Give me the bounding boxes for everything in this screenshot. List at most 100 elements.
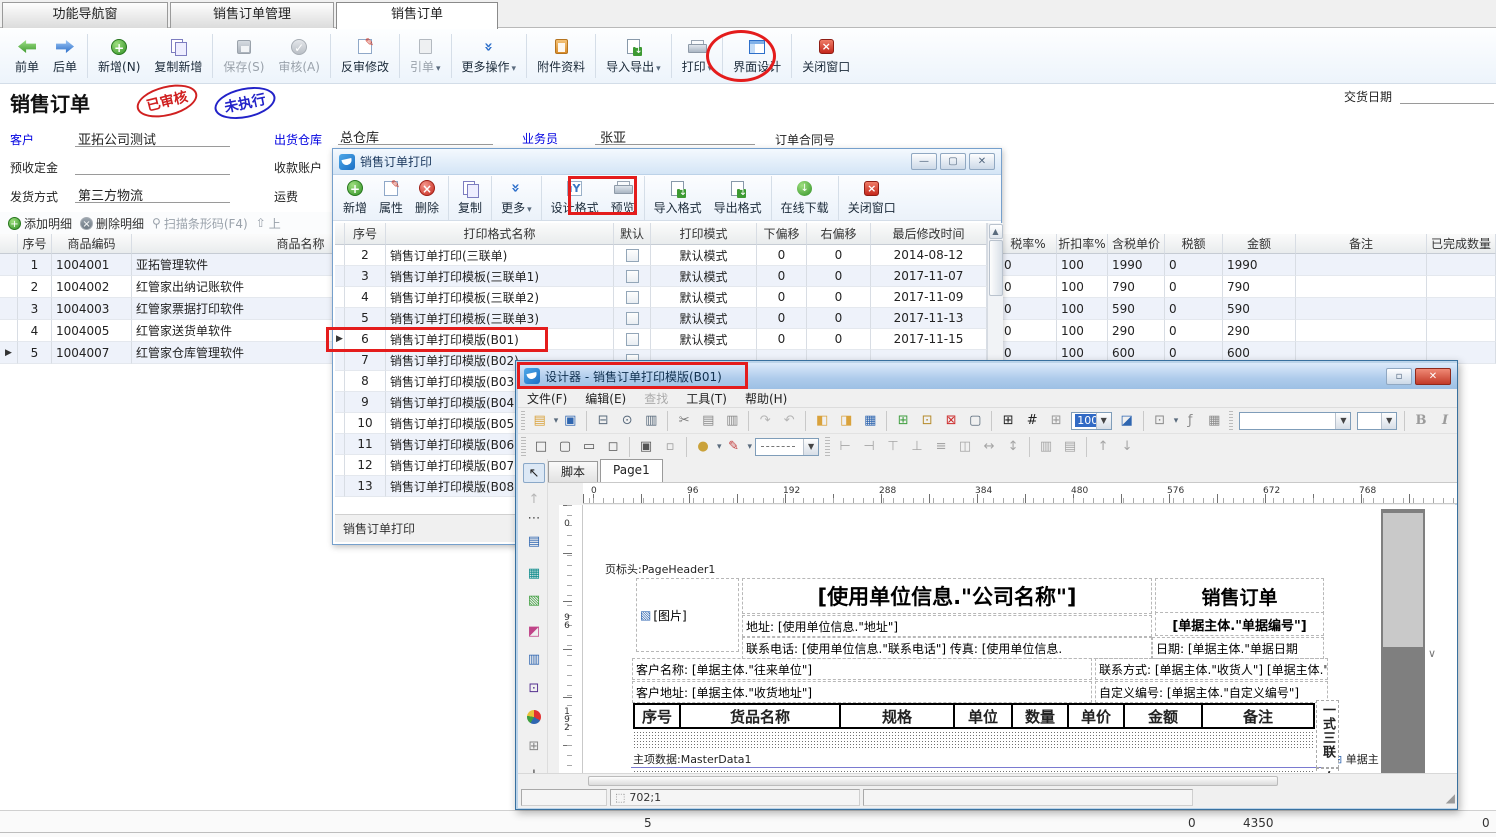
print-button[interactable]: ⊟ — [592, 411, 614, 431]
table-header-cell[interactable]: 折扣率% — [1057, 234, 1108, 254]
table-header-cell[interactable]: 序号 — [18, 234, 52, 254]
table-row[interactable]: 5销售订单打印模板(三联单3)默认模式002017-11-13 — [335, 308, 987, 329]
select-cursor-button[interactable]: ↖ — [523, 463, 545, 483]
table-header-cell[interactable]: 默认 — [614, 223, 651, 245]
delete-detail-button[interactable]: ×删除明细 — [80, 215, 144, 232]
open-button[interactable]: ▤ — [529, 411, 551, 431]
chart-bars-button[interactable]: ▥ — [1035, 437, 1057, 457]
shape-dashed-button[interactable]: ▫ — [659, 437, 681, 457]
align-bottom-edges-button[interactable]: ◫ — [954, 437, 976, 457]
new-label-button[interactable]: ⊞ — [892, 411, 914, 431]
report-phone-field[interactable]: 联系电话: [使用单位信息."联系电话"] 传真: [使用单位信息. — [743, 638, 1151, 658]
prev-order-button[interactable]: 前单 — [8, 32, 46, 80]
table-header-cell[interactable]: 序号 — [345, 223, 386, 245]
band-label-pageheader[interactable]: 页标头:PageHeader1 — [605, 561, 715, 577]
pd-import-format-button[interactable]: 导入格式 — [648, 177, 708, 219]
add-detail-button[interactable]: +添加明细 — [8, 215, 72, 232]
table-header-cell[interactable]: 右偏移 — [807, 223, 871, 245]
tab-sales-order[interactable]: 销售订单 — [336, 2, 498, 29]
pd-export-format-button[interactable]: 导出格式 — [708, 177, 768, 219]
exit-designer-button[interactable]: ◪ — [1116, 411, 1138, 431]
shape-rect-button[interactable]: □ — [530, 437, 552, 457]
table-row[interactable]: 4销售订单打印模板(三联单2)默认模式002017-11-09 — [335, 287, 987, 308]
scroll-up-icon[interactable]: ▲ — [989, 224, 1003, 239]
report-table-header-cell[interactable]: 金额 — [1125, 705, 1203, 727]
insert-table-button[interactable]: ▦ — [523, 563, 545, 583]
report-customer-address-field[interactable]: 客户地址: [单据主体."收货地址"] — [633, 682, 1091, 702]
menu-edit[interactable]: 编辑(E) — [576, 390, 635, 407]
pull-order-button[interactable]: 引单▾ — [403, 32, 448, 80]
same-width-button[interactable]: ↔ — [978, 437, 1000, 457]
undo-button[interactable]: ↶ — [778, 411, 800, 431]
deposit-field[interactable] — [75, 156, 230, 175]
report-side-text[interactable]: 一式三联 — [1317, 701, 1338, 767]
table-header-cell[interactable]: 打印模式 — [651, 223, 757, 245]
italic-button[interactable]: I — [1434, 411, 1456, 431]
new-button[interactable]: +新增(N) — [91, 32, 147, 80]
insert-copy-button[interactable]: ▥ — [523, 649, 545, 669]
delete-object-button[interactable]: ⊠ — [940, 411, 962, 431]
properties-grid-button[interactable]: ▦ — [1203, 411, 1225, 431]
report-address-field[interactable]: 地址: [使用单位信息."地址"] — [743, 616, 1151, 636]
shape-solid-button[interactable]: ▣ — [635, 437, 657, 457]
layers-button[interactable]: ▦ — [859, 411, 881, 431]
spacing-tool-button[interactable]: ⋯ — [523, 508, 545, 528]
pd-more-button[interactable]: »更多▾ — [495, 177, 538, 219]
tab-page1[interactable]: Page1 — [600, 459, 663, 482]
menu-tools[interactable]: 工具(T) — [677, 390, 736, 407]
order-up-button[interactable]: ↑ — [1092, 437, 1114, 457]
report-detail-band[interactable] — [633, 731, 1313, 749]
maximize-button[interactable]: ▢ — [940, 153, 966, 170]
font-size-select[interactable]: ▼ — [1357, 412, 1397, 430]
unaudit-edit-button[interactable]: 反审修改 — [334, 32, 396, 80]
shape-rounded-button[interactable]: ▢ — [554, 437, 576, 457]
insert-frame-button[interactable]: ⊡ — [523, 678, 545, 698]
paste-button[interactable]: ▥ — [721, 411, 743, 431]
report-customer-field[interactable]: 客户名称: [单据主体."往来单位"] — [633, 659, 1091, 679]
font-family-select[interactable]: ▼ — [1239, 412, 1351, 430]
ui-design-button[interactable]: 界面设计 — [726, 32, 788, 80]
pd-properties-button[interactable]: 属性 — [373, 177, 409, 219]
report-contact-field[interactable]: 联系方式: [单据主体."收货人"] [单据主体."收货人电 — [1096, 659, 1327, 679]
insert-label-button[interactable]: ▤ — [523, 531, 545, 551]
cut-button[interactable]: ✂ — [673, 411, 695, 431]
designer-titlebar[interactable]: 设计器 - 销售订单打印模版(B01) ▫ ✕ — [518, 363, 1457, 389]
insert-pie-chart-button[interactable] — [523, 707, 545, 727]
table-header-cell[interactable]: 备注 — [1296, 234, 1427, 254]
pd-preview-button[interactable]: 预览 — [605, 177, 641, 219]
report-custom-no-field[interactable]: 自定义编号: [单据主体."自定义编号"] — [1096, 682, 1327, 702]
align-centers-h-button[interactable]: ⊣ — [858, 437, 880, 457]
tab-script[interactable]: 脚本 — [548, 461, 598, 482]
default-checkbox[interactable] — [626, 312, 639, 325]
table-row[interactable]: 3销售订单打印模板(三联单1)默认模式002017-11-07 — [335, 266, 987, 287]
page-setup-button[interactable]: ▥ — [640, 411, 662, 431]
insert-shape-button[interactable]: ◩ — [523, 621, 545, 641]
design-surface[interactable]: 页标头:PageHeader1 ▧[图片] [使用单位信息."公司名称"] 销售… — [583, 505, 1457, 773]
insert-ole-button[interactable]: ⊞ — [523, 736, 545, 756]
table-header-cell[interactable]: 税率% — [1000, 234, 1057, 254]
shape-wide-button[interactable]: ▭ — [578, 437, 600, 457]
band-label-masterdata[interactable]: 主项数据:MasterData1 — [633, 751, 752, 767]
report-item-table-header[interactable]: 序号货品名称规格单位数量单价金额备注 — [633, 703, 1315, 729]
line-style-select[interactable]: ▼ — [755, 438, 819, 456]
report-doc-no-field[interactable]: [单据主体."单据编号"] — [1156, 613, 1323, 635]
same-height-button[interactable]: ↕ — [1002, 437, 1024, 457]
line-color-button[interactable]: ✎ — [723, 437, 745, 457]
attachments-button[interactable]: 附件资料 — [530, 32, 592, 80]
fill-color-button[interactable]: ● — [692, 437, 714, 457]
menu-find[interactable]: 查找 — [635, 390, 677, 407]
menu-file[interactable]: 文件(F) — [518, 390, 576, 407]
table-header-cell[interactable]: 下偏移 — [757, 223, 807, 245]
new-frame-button[interactable]: ⊡ — [916, 411, 938, 431]
grid-button[interactable]: ⊞ — [997, 411, 1019, 431]
resize-grip[interactable]: ◢ — [1446, 791, 1455, 805]
report-table-header-cell[interactable]: 数量 — [1013, 705, 1069, 727]
pd-copy-button[interactable]: 复制 — [452, 177, 488, 219]
table-header-cell[interactable]: 税额 — [1165, 234, 1223, 254]
data-band-button[interactable]: ▤ — [1059, 437, 1081, 457]
align-top-edges-button[interactable]: ⊥ — [906, 437, 928, 457]
tab-order-management[interactable]: 销售订单管理 — [170, 2, 334, 28]
move-up-button[interactable]: ⇧上 — [256, 215, 281, 232]
more-actions-button[interactable]: »更多操作▾ — [455, 32, 524, 80]
send-to-back-button[interactable]: ◨ — [835, 411, 857, 431]
